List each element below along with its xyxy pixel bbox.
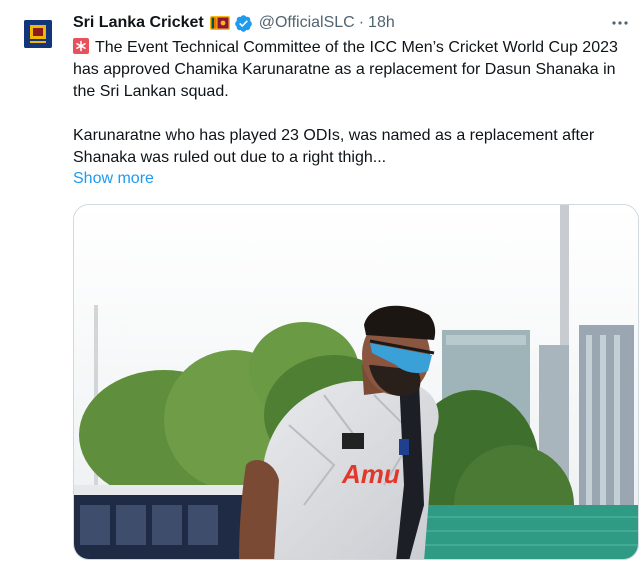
tweet-paragraph-2: Karunaratne who has played 23 ODIs, was … — [73, 127, 595, 166]
sri-lanka-flag-icon — [209, 16, 230, 30]
tweet-paragraph-1: The Event Technical Committee of the ICC… — [73, 37, 633, 103]
more-options-icon[interactable] — [611, 14, 629, 32]
show-more-link[interactable]: Show more — [73, 168, 154, 190]
tweet-header: Sri Lanka Cricket @OfficialSLC · 18h — [73, 12, 395, 34]
tweet-text: The Event Technical Committee of the ICC… — [73, 37, 633, 169]
shirt-sponsor-text: Amu — [341, 459, 400, 489]
avatar[interactable] — [24, 20, 52, 48]
display-name[interactable]: Sri Lanka Cricket — [73, 13, 204, 33]
tweet-card[interactable]: Sri Lanka Cricket @OfficialSLC · 18h The… — [0, 0, 641, 567]
slc-logo-icon — [24, 20, 52, 48]
user-handle[interactable]: @OfficialSLC — [259, 13, 355, 33]
photo-cricketer: Amu — [74, 205, 638, 559]
separator-dot: · — [358, 14, 365, 31]
timestamp[interactable]: 18h — [368, 13, 395, 33]
verified-badge-icon — [234, 14, 252, 32]
tweet-media-photo[interactable]: Amu — [73, 204, 639, 560]
red-square-asterisk-icon — [73, 38, 89, 54]
tweet-paragraph-1-text: The Event Technical Committee of the ICC… — [73, 39, 618, 100]
